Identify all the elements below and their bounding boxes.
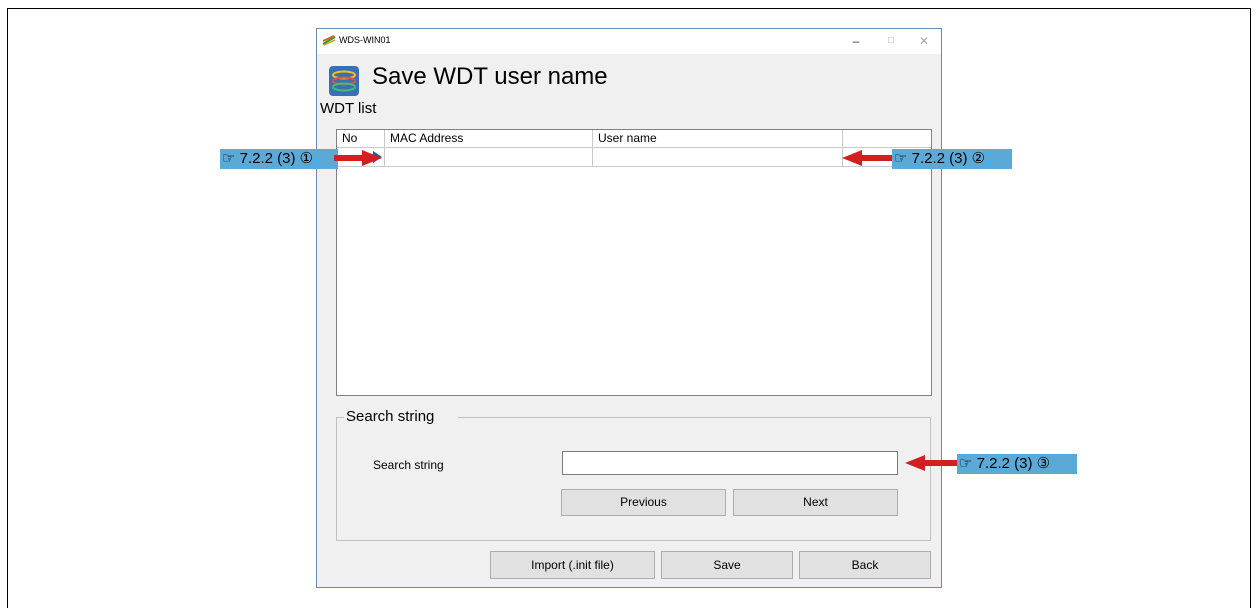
- back-button[interactable]: Back: [799, 551, 931, 579]
- callout-2: ☞ 7.2.2 (3) ②: [892, 149, 1012, 169]
- row-mac-cell[interactable]: [385, 148, 593, 166]
- maximize-button[interactable]: □: [879, 32, 903, 50]
- search-group: Search string Search string Previous Nex…: [336, 408, 931, 541]
- page-title: Save WDT user name: [372, 63, 608, 90]
- app-window: WDS-WIN01 – □ ✕ Save WDT user name WDT l…: [316, 28, 942, 588]
- wdt-list-table[interactable]: No MAC Address User name: [336, 129, 932, 396]
- save-button[interactable]: Save: [661, 551, 793, 579]
- column-header-mac-address[interactable]: MAC Address: [385, 130, 593, 147]
- previous-button[interactable]: Previous: [561, 489, 726, 516]
- search-input[interactable]: [562, 451, 898, 475]
- window-title: WDS-WIN01: [339, 35, 391, 45]
- arrow-left-icon: [905, 455, 959, 471]
- table-header: No MAC Address User name: [337, 130, 931, 148]
- search-field-label: Search string: [373, 458, 444, 472]
- minimize-button[interactable]: –: [844, 32, 868, 50]
- close-button[interactable]: ✕: [912, 32, 936, 50]
- callout-1: ☞ 7.2.2 (3) ①: [220, 149, 338, 169]
- app-logo-icon: [322, 35, 336, 46]
- row-user-name-cell[interactable]: [593, 148, 843, 166]
- column-header-user-name[interactable]: User name: [593, 130, 843, 147]
- column-header-no[interactable]: No: [337, 130, 385, 147]
- search-group-legend: Search string: [344, 408, 459, 425]
- coil-logo-icon: [329, 66, 359, 96]
- import-button[interactable]: Import (.init file): [490, 551, 655, 579]
- next-button[interactable]: Next: [733, 489, 898, 516]
- arrow-left-icon: [842, 150, 894, 166]
- title-bar: WDS-WIN01 – □ ✕: [317, 29, 941, 54]
- wdt-list-label: WDT list: [320, 100, 377, 117]
- callout-3: ☞ 7.2.2 (3) ③: [957, 454, 1077, 474]
- arrow-right-icon: [334, 150, 382, 166]
